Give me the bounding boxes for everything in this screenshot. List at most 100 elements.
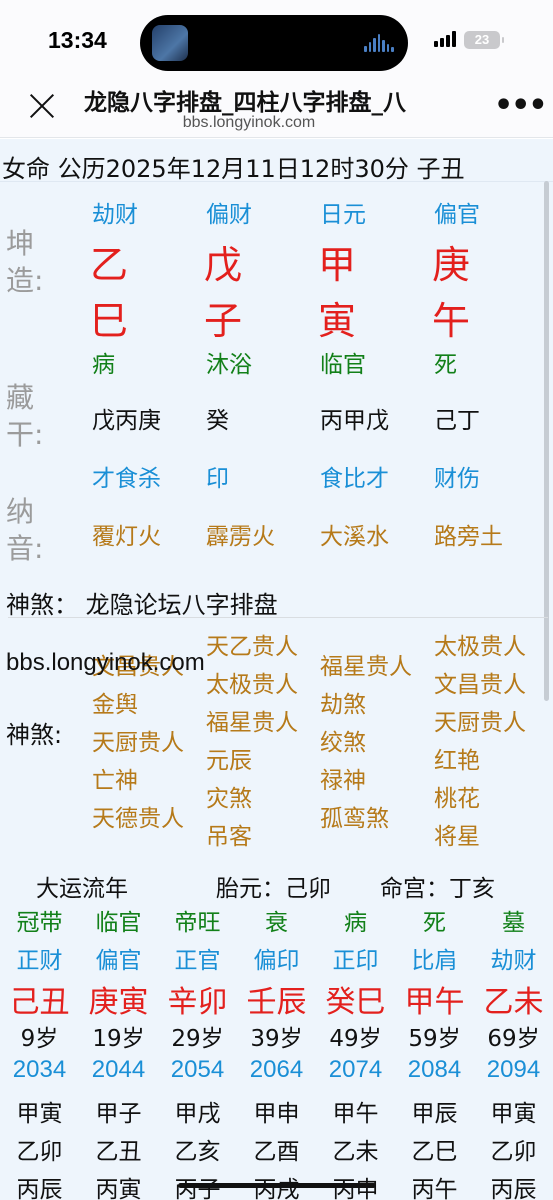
liunian-item: 丙午 [411, 1177, 458, 1200]
shensha-item: 文昌贵人 [434, 672, 526, 698]
dayun-ganzhi: 癸巳 [325, 985, 386, 1020]
dayun-age: 59岁 [408, 1026, 461, 1052]
shensha-item: 禄神 [320, 768, 366, 794]
shensha-header: 神煞： 龙隐论坛八字排盘 [6, 591, 278, 619]
liunian-item: 乙卯 [16, 1139, 63, 1165]
shensha-divider [8, 617, 548, 618]
shensha-item: 元辰 [206, 748, 252, 774]
shensha-item: 红艳 [434, 748, 480, 774]
vertical-scrollbar[interactable] [544, 181, 549, 701]
pillar-canggan-shishen: 才食杀 [92, 466, 161, 492]
shensha-item: 劫煞 [320, 692, 366, 718]
pillar-nayin: 大溪水 [320, 524, 389, 550]
dayun-ganzhi: 辛卯 [167, 985, 228, 1020]
dayun-title: 大运流年 [36, 876, 128, 902]
liunian-item: 甲午 [332, 1101, 379, 1127]
pillar-canggan-shishen: 食比才 [320, 466, 389, 492]
battery-icon: 23 [464, 31, 504, 49]
dayun-year: 2074 [328, 1056, 383, 1083]
shensha-item: 绞煞 [320, 730, 366, 756]
nayin-label-line2: 音: [6, 532, 44, 565]
pillar-canggan: 癸 [206, 408, 229, 434]
dayun-changsheng: 帝旺 [174, 910, 221, 936]
pillar-changsheng: 沐浴 [206, 352, 252, 378]
pillar-gan: 庚 [432, 243, 471, 287]
liunian-item: 甲辰 [411, 1101, 458, 1127]
pillar-zhi: 寅 [318, 299, 357, 343]
pillar-gan: 乙 [90, 243, 129, 287]
cellular-signal-icon [434, 31, 458, 47]
liunian-item: 乙丑 [95, 1139, 142, 1165]
taiyuan: 胎元：己卯 [216, 876, 331, 902]
liunian-item: 乙亥 [174, 1139, 221, 1165]
home-indicator[interactable] [178, 1183, 376, 1188]
liunian-item: 丙寅 [95, 1177, 142, 1200]
nayin-label-line1: 纳 [6, 495, 35, 528]
dayun-age: 39岁 [250, 1026, 303, 1052]
shensha-item: 吊客 [206, 824, 252, 850]
dayun-year: 2044 [91, 1056, 146, 1083]
pillar-zhi: 巳 [90, 299, 129, 343]
pillar-changsheng: 死 [434, 352, 457, 378]
dayun-ganzhi: 庚寅 [88, 985, 149, 1020]
now-playing-artwork [152, 25, 188, 61]
pillar-canggan: 丙甲戊 [320, 408, 389, 434]
dynamic-island[interactable] [140, 15, 408, 71]
more-options-icon[interactable]: ••• [494, 91, 548, 122]
page-url: bbs.longyinok.com [182, 114, 316, 131]
shensha-item: 太极贵人 [434, 634, 526, 660]
shensha-item: 孤鸾煞 [320, 806, 389, 832]
pillar-shishen: 劫财 [92, 202, 138, 228]
dayun-ganzhi: 乙未 [483, 985, 544, 1020]
shensha-item: 天厨贵人 [434, 710, 526, 736]
canggan-label-line1: 藏 [6, 381, 35, 414]
pillar-changsheng: 临官 [320, 352, 366, 378]
liunian-item: 丙辰 [490, 1177, 537, 1200]
pillar-zhi: 子 [204, 299, 243, 343]
watermark-url: bbs.longyinok.com [6, 649, 205, 676]
nayin-label: 纳 音: [6, 493, 43, 567]
pillar-canggan: 己丁 [434, 408, 480, 434]
summary-divider [0, 181, 553, 182]
birth-summary: 女命 公历2025年12月11日12时30分 子丑 [2, 155, 465, 183]
dayun-ganzhi: 己丑 [9, 985, 70, 1020]
dayun-age: 49岁 [329, 1026, 382, 1052]
pillar-shishen: 偏官 [434, 202, 480, 228]
dayun-age: 29岁 [171, 1026, 224, 1052]
dayun-shishen: 劫财 [490, 948, 537, 974]
dayun-age: 19岁 [92, 1026, 145, 1052]
liunian-item: 甲寅 [16, 1101, 63, 1127]
pillar-nayin: 霹雳火 [206, 524, 275, 550]
dayun-year: 2084 [407, 1056, 462, 1083]
pillar-gan: 甲 [318, 243, 357, 287]
dayun-shishen: 偏官 [95, 948, 142, 974]
dayun-shishen: 正财 [16, 948, 63, 974]
shensha-item: 灾煞 [206, 786, 252, 812]
liunian-item: 甲戌 [174, 1101, 221, 1127]
dayun-changsheng: 病 [344, 910, 367, 936]
browser-nav-bar: 龙隐八字排盘_四柱八字排盘_八 bbs.longyinok.com ••• [0, 78, 553, 138]
dayun-shishen: 正官 [174, 948, 221, 974]
liunian-item: 甲寅 [490, 1101, 537, 1127]
shensha-item: 金舆 [92, 692, 138, 718]
liunian-item: 乙未 [332, 1139, 379, 1165]
kunzao-label-line2: 造: [6, 264, 44, 297]
shensha-item: 天厨贵人 [92, 730, 184, 756]
shensha-item: 福星贵人 [206, 710, 298, 736]
bazi-chart-content: 女命 公历2025年12月11日12时30分 子丑 坤 造: 藏 干: 纳 音:… [0, 139, 553, 1200]
pillar-canggan-shishen: 印 [206, 466, 229, 492]
pillar-nayin: 覆灯火 [92, 524, 161, 550]
pillar-zhi: 午 [432, 299, 471, 343]
pillar-canggan: 戊丙庚 [92, 408, 161, 434]
shensha-item: 亡神 [92, 768, 138, 794]
liunian-item: 乙卯 [490, 1139, 537, 1165]
page-title: 龙隐八字排盘_四柱八字排盘_八 [84, 90, 406, 116]
dayun-changsheng: 衰 [265, 910, 288, 936]
kunzao-label-line1: 坤 [6, 227, 35, 260]
shensha-item: 太极贵人 [206, 672, 298, 698]
dayun-shishen: 正印 [332, 948, 379, 974]
dayun-changsheng: 墓 [502, 910, 525, 936]
dayun-changsheng: 死 [423, 910, 446, 936]
close-icon[interactable] [24, 88, 60, 124]
shensha-item: 天乙贵人 [206, 634, 298, 660]
